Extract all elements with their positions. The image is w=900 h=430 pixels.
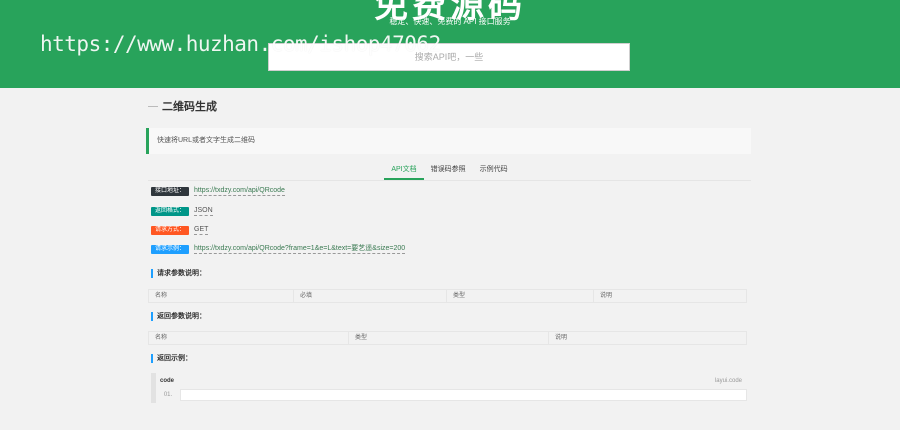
format-value: JSON: [194, 207, 213, 216]
table-header-cell: 名称: [149, 290, 294, 302]
badge-url: 接口地址：: [151, 186, 190, 196]
tab-api-docs[interactable]: API文档: [384, 161, 424, 180]
page-title-row: 二维码生成: [148, 98, 217, 114]
request-params-table: 名称 必填 类型 说明: [148, 289, 747, 303]
code-body: 01.: [156, 389, 747, 401]
return-params-heading: 返回参数说明：: [151, 312, 206, 321]
table-header-cell: 说明: [600, 293, 613, 299]
table-header-cell: 类型: [447, 290, 594, 302]
table-header-cell: 类型: [349, 332, 549, 344]
info-row-method: 请求方式： GET: [151, 225, 209, 235]
code-brand: layui.code: [714, 378, 742, 384]
info-row-example: 请求示例： https://txdzy.com/api/QRcode?frame…: [151, 244, 406, 254]
site-header: 免费源码 稳定、快速、免费的 API 接口服务 https://www.huzh…: [0, 0, 900, 88]
info-row-format: 返回格式： JSON: [151, 206, 213, 216]
doc-tabs: API文档 错误码参照 示例代码: [148, 161, 751, 181]
tab-error-codes[interactable]: 错误码参照: [424, 161, 473, 180]
line-number: 01.: [163, 392, 173, 398]
badge-format: 返回格式：: [151, 206, 190, 216]
badge-method: 请求方式：: [151, 225, 190, 235]
method-value: GET: [194, 226, 209, 235]
code-content[interactable]: [180, 389, 747, 401]
return-example-heading: 返回示例：: [151, 354, 192, 363]
site-subtitle: 稳定、快速、免费的 API 接口服务: [389, 17, 511, 26]
api-url-link[interactable]: https://txdzy.com/api/QRcode: [194, 186, 285, 196]
info-row-url: 接口地址： https://txdzy.com/api/QRcode: [151, 186, 285, 196]
example-url-link[interactable]: https://txdzy.com/api/QRcode?frame=1&e=L…: [194, 244, 406, 254]
badge-example: 请求示例：: [151, 244, 190, 254]
code-block: code layui.code 01.: [151, 373, 747, 403]
watermark-url: https://www.huzhan.com/ishop47062: [40, 32, 441, 56]
title-divider: [148, 105, 158, 107]
table-header-cell: 名称: [149, 332, 349, 344]
api-description: 快速将URL或者文字生成二维码: [146, 128, 751, 154]
code-header: code layui.code: [156, 373, 747, 389]
code-title: code: [160, 378, 175, 384]
page-title: 二维码生成: [162, 101, 217, 113]
table-header-cell: 说明: [555, 335, 568, 341]
table-header-cell: 必填: [294, 290, 447, 302]
request-params-heading: 请求参数说明：: [151, 269, 206, 278]
return-params-table: 名称 类型 说明: [148, 331, 747, 345]
tab-sample-code[interactable]: 示例代码: [473, 161, 515, 180]
